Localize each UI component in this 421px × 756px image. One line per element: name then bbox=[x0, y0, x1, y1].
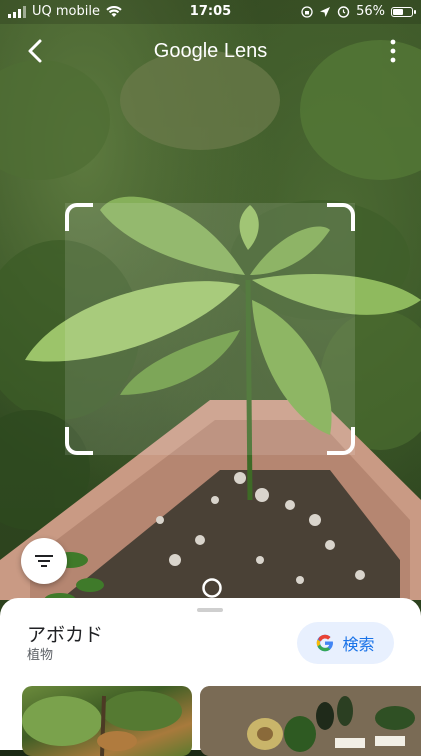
results-bottom-sheet[interactable]: アボカド 植物 検索 bbox=[0, 598, 421, 756]
status-bar-right: 56% bbox=[301, 4, 416, 19]
battery-icon bbox=[391, 6, 416, 17]
frame-corner-top-right[interactable] bbox=[327, 203, 355, 231]
top-app-bar: Google Lens bbox=[0, 30, 421, 74]
status-bar: UQ mobile 17:05 56% bbox=[0, 0, 421, 24]
alarm-icon bbox=[337, 6, 350, 18]
orientation-lock-icon bbox=[301, 5, 313, 18]
thumbnail-image bbox=[200, 686, 421, 756]
battery-percent: 56% bbox=[356, 4, 385, 19]
location-arrow-icon bbox=[320, 6, 331, 17]
app-title: Google Lens bbox=[153, 40, 268, 62]
result-thumbnail[interactable] bbox=[22, 686, 192, 756]
result-title: アボカド bbox=[27, 624, 104, 646]
result-category: 植物 bbox=[27, 648, 54, 663]
more-vert-icon[interactable] bbox=[387, 38, 399, 64]
result-thumbnail[interactable] bbox=[200, 686, 421, 756]
thumbnail-image bbox=[22, 691, 182, 756]
selection-frame[interactable] bbox=[65, 203, 355, 455]
filter-button[interactable] bbox=[21, 538, 67, 584]
search-button[interactable]: 検索 bbox=[297, 622, 394, 664]
selection-highlight bbox=[65, 203, 355, 455]
frame-corner-bottom-right[interactable] bbox=[327, 427, 355, 455]
frame-corner-top-left[interactable] bbox=[65, 203, 93, 231]
search-handle-icon[interactable] bbox=[201, 577, 223, 599]
frame-corner-bottom-left[interactable] bbox=[65, 427, 93, 455]
search-button-label: 検索 bbox=[342, 635, 375, 654]
google-g-icon bbox=[317, 634, 334, 652]
sheet-grabber[interactable] bbox=[197, 608, 223, 612]
filter-list-icon bbox=[35, 555, 53, 567]
